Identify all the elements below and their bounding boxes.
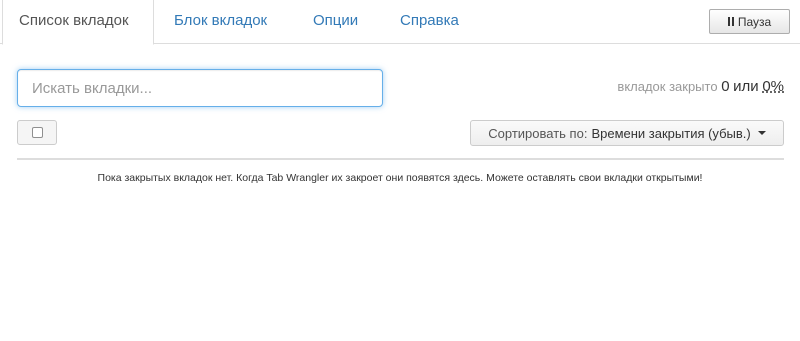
select-all-checkbox[interactable] (31, 127, 43, 138)
closed-count: 0 (721, 78, 730, 95)
sort-value: Времени закрытия (убыв.) (591, 125, 751, 141)
pause-button[interactable]: Пауза (709, 9, 790, 34)
pause-icon (727, 17, 734, 27)
sort-dropdown-button[interactable]: Сортировать по: Времени закрытия (убыв.) (470, 120, 784, 146)
empty-state-message: Пока закрытых вкладок нет. Когда Tab Wra… (97, 172, 703, 184)
closed-tabs-stats: вкладок закрыто 0 или 0% (617, 78, 784, 95)
pause-button-label: Пауза (737, 14, 772, 29)
caret-down-icon (757, 131, 766, 135)
sort-label: Сортировать по: (488, 125, 588, 141)
tab-closed-tabs-list[interactable]: Список вкладок (2, 0, 154, 45)
tab-tab-lock[interactable]: Блок вкладок (158, 0, 283, 45)
tab-help[interactable]: Справка (384, 0, 475, 45)
top-nav: Список вкладок Блок вкладок Опции Справк… (0, 0, 800, 45)
closed-percent: 0% (762, 78, 784, 95)
closed-stats-prefix: вкладок закрыто (617, 79, 718, 94)
select-all-button[interactable] (17, 120, 57, 145)
tab-options[interactable]: Опции (297, 0, 374, 45)
closed-stats-separator: или (733, 78, 759, 95)
divider (17, 158, 784, 160)
search-input[interactable] (17, 69, 383, 107)
